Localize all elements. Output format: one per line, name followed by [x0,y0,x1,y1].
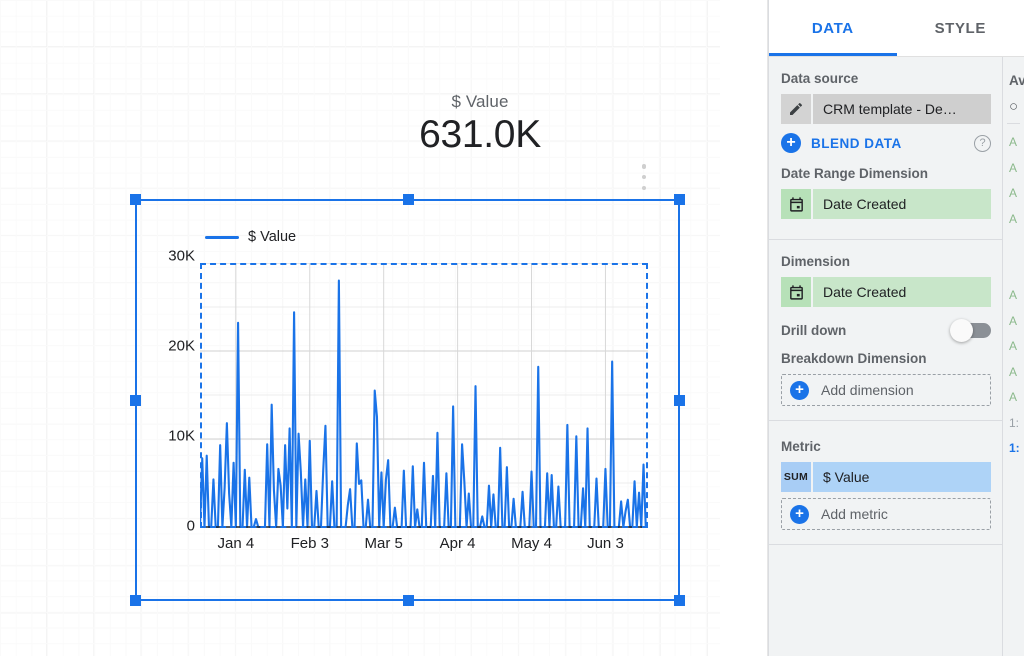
data-source-chip-label: CRM template - De… [813,94,991,124]
aggregation-badge[interactable]: SUM [781,462,811,492]
available-field-item[interactable] [1009,232,1024,258]
metric-chip-label: $ Value [813,462,991,492]
available-field-item[interactable]: A [1009,130,1024,156]
resize-handle-top-left[interactable] [130,194,141,205]
date-range-chip[interactable]: Date Created [781,189,991,219]
available-field-item[interactable]: A [1009,309,1024,335]
resize-handle-middle-left[interactable] [130,395,141,406]
scorecard-label: $ Value [451,92,509,111]
blend-data-label: BLEND DATA [811,135,902,151]
toggle-knob [950,318,973,342]
resize-handle-top-right[interactable] [674,194,685,205]
calendar-icon [781,189,811,219]
report-canvas[interactable]: $ Value 631.0K $ Value 30K 20K 10K 0 Jan… [0,0,720,656]
app-root: $ Value 631.0K $ Value 30K 20K 10K 0 Jan… [0,0,1024,656]
active-tab-indicator [769,53,897,56]
resize-handle-top-center[interactable] [402,194,414,205]
panel-properties-column: Data source CRM template - De… + BLEND D… [769,57,1003,656]
available-fields-panel[interactable]: Av ○ AAAAAAAAA1:1: [1002,57,1024,656]
data-source-chip[interactable]: CRM template - De… [781,94,991,124]
panel-body: Data source CRM template - De… + BLEND D… [769,57,1024,656]
dimension-chip-label: Date Created [813,277,991,307]
section-metric: Metric SUM $ Value + Add metric [769,421,1003,545]
add-metric-label: Add metric [821,506,888,522]
breakdown-title: Breakdown Dimension [781,351,927,366]
metric-title: Metric [781,439,821,454]
available-field-item[interactable]: 1: [1009,411,1024,437]
resize-handle-bottom-center[interactable] [402,595,414,606]
tab-style[interactable]: STYLE [897,0,1024,56]
date-range-chip-label: Date Created [813,189,991,219]
section-data-source: Data source CRM template - De… + BLEND D… [769,57,1003,240]
more-options-icon[interactable] [637,164,651,190]
panel-tabs: DATA STYLE [769,0,1024,56]
kebab-dot [641,185,647,190]
add-dimension-button[interactable]: + Add dimension [781,374,991,406]
resize-handle-bottom-right[interactable] [674,595,685,606]
available-fields-list[interactable]: A A A A A A A A A 1: 1: [1003,124,1024,462]
available-field-item[interactable]: A [1009,385,1024,411]
properties-panel: DATA STYLE Data source CRM template - De… [768,0,1024,656]
plus-icon: + [790,380,809,400]
blend-data-row[interactable]: + BLEND DATA ? [781,130,991,156]
chart-selection-frame[interactable] [130,194,685,606]
available-field-item[interactable]: A [1009,181,1024,207]
available-field-item[interactable]: 1: [1009,436,1024,462]
dimension-title: Dimension [781,254,851,269]
resize-handle-bottom-left[interactable] [130,595,141,606]
date-range-title: Date Range Dimension [781,166,929,181]
dimension-chip[interactable]: Date Created [781,277,991,307]
available-field-item[interactable]: A [1009,207,1024,233]
calendar-icon [781,277,811,307]
resize-handle-middle-right[interactable] [674,395,685,406]
available-fields-title: Av [1009,73,1024,88]
add-dimension-label: Add dimension [821,382,914,398]
aggregation-label: SUM [783,471,809,483]
add-metric-button[interactable]: + Add metric [781,498,991,530]
available-field-item[interactable]: A [1009,334,1024,360]
available-field-item[interactable]: A [1009,360,1024,386]
available-field-item[interactable]: A [1009,156,1024,182]
available-field-item[interactable] [1009,258,1024,284]
tab-data[interactable]: DATA [769,0,897,56]
pencil-icon[interactable] [781,94,811,124]
canvas-right-margin [720,0,768,656]
kebab-dot [641,164,647,169]
data-source-title: Data source [781,71,859,86]
drill-down-label: Drill down [781,322,847,338]
search-icon[interactable]: ○ [1009,98,1024,115]
plus-icon: + [790,504,809,524]
kebab-dot [641,174,647,180]
section-dimension: Dimension Date Created Drill down Breakd… [769,240,1003,421]
plus-icon[interactable]: + [781,133,801,153]
metric-chip[interactable]: SUM $ Value [781,462,991,492]
drill-down-row: Drill down [781,313,991,347]
available-field-item[interactable]: A [1009,283,1024,309]
drill-down-toggle[interactable] [950,318,991,342]
help-icon[interactable]: ? [974,134,991,152]
scorecard[interactable]: $ Value 631.0K [330,92,630,158]
scorecard-value: 631.0K [419,113,541,156]
